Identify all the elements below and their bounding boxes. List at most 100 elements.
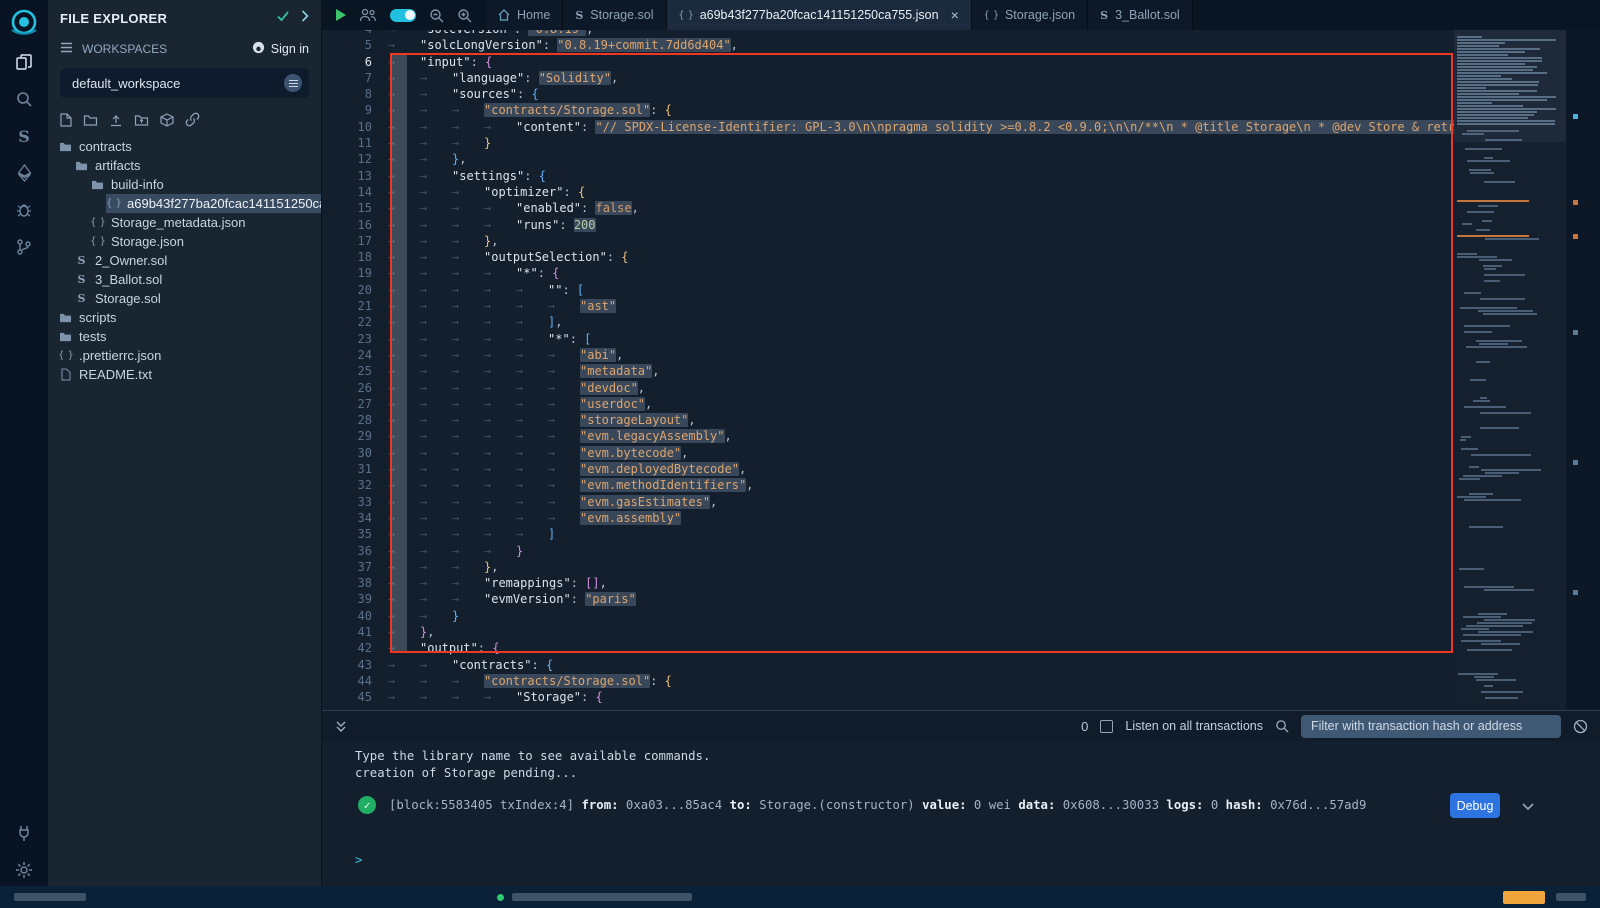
sign-in-button[interactable]: Sign in	[252, 41, 309, 57]
upload-file-icon[interactable]	[109, 113, 123, 127]
tree-item-tests[interactable]: tests	[58, 327, 321, 346]
debug-button[interactable]: Debug	[1450, 793, 1500, 818]
tab-indent-icon: →	[484, 396, 516, 412]
users-icon[interactable]	[359, 8, 377, 22]
tab-Home[interactable]: Home	[486, 0, 563, 30]
tab-Storage.sol[interactable]: SStorage.sol	[563, 0, 666, 30]
tab-indent-icon: →	[420, 380, 452, 396]
line-number: 7	[322, 70, 372, 86]
tab-indent-icon: →	[452, 673, 484, 689]
code-line: 14→→→"optimizer": {	[322, 184, 1600, 200]
zoom-in-icon[interactable]	[457, 8, 472, 23]
tab-label: 3_Ballot.sol	[1115, 8, 1180, 22]
tree-item-artifacts[interactable]: artifacts	[74, 156, 321, 175]
listen-label: Listen on all transactions	[1125, 719, 1263, 733]
ipfs-import-icon[interactable]	[160, 113, 174, 127]
tab-indent-icon: →	[516, 445, 548, 461]
tab-indent-icon: →	[484, 428, 516, 444]
line-number: 15	[322, 200, 372, 216]
tab-indent-icon: →	[484, 461, 516, 477]
tab-indent-icon: →	[452, 396, 484, 412]
tab-indent-icon: →	[452, 494, 484, 510]
line-number: 5	[322, 37, 372, 53]
remix-logo[interactable]	[6, 5, 42, 41]
plugin-manager-icon[interactable]	[7, 817, 41, 849]
file-explorer-icon[interactable]	[7, 46, 41, 78]
listen-checkbox[interactable]	[1100, 720, 1113, 733]
line-number: 33	[322, 494, 372, 510]
terminal-collapse-icon[interactable]	[334, 719, 348, 733]
upload-folder-icon[interactable]	[134, 113, 149, 126]
tab-indent-icon: →	[388, 657, 420, 673]
tab-indent-icon: →	[420, 591, 452, 607]
tab-indent-icon: →	[516, 494, 548, 510]
status-badge[interactable]	[1503, 891, 1545, 904]
panel-title: FILE EXPLORER	[60, 11, 167, 26]
tab-indent-icon: →	[420, 396, 452, 412]
tab-indent-icon: →	[420, 673, 452, 689]
terminal-prompt[interactable]: >	[355, 853, 362, 867]
tab-Storage.json[interactable]: { }Storage.json	[972, 0, 1088, 30]
tree-item-a69b43f277ba20fcac141151250ca7...[interactable]: { }a69b43f277ba20fcac141151250ca7...	[106, 194, 321, 213]
tab-indent-icon: →	[548, 510, 580, 526]
debugger-icon[interactable]	[7, 194, 41, 226]
tab-3_Ballot.sol[interactable]: S3_Ballot.sol	[1088, 0, 1193, 30]
line-number: 14	[322, 184, 372, 200]
tree-item-.prettierrc.json[interactable]: { }.prettierrc.json	[58, 346, 321, 365]
close-tab-icon[interactable]: ×	[951, 8, 959, 22]
tab-indent-icon: →	[452, 298, 484, 314]
editor-toggle[interactable]	[390, 9, 416, 22]
tree-item-Storage_metadata.json[interactable]: { }Storage_metadata.json	[90, 213, 321, 232]
run-script-button[interactable]	[336, 9, 346, 21]
tree-item-Storage.sol[interactable]: SStorage.sol	[74, 289, 321, 308]
settings-icon[interactable]	[7, 854, 41, 886]
solidity-compiler-icon[interactable]: S	[7, 120, 41, 152]
tab-indent-icon: →	[548, 412, 580, 428]
workspace-select[interactable]: default_workspace	[60, 68, 309, 98]
tab-a69b43f277ba20fcac141151250ca755.json[interactable]: { }a69b43f277ba20fcac141151250ca755.json…	[667, 0, 972, 30]
code-line: 8→→"sources": {	[322, 86, 1600, 102]
tree-item-2_Owner.sol[interactable]: S2_Owner.sol	[74, 251, 321, 270]
tree-item-Storage.json[interactable]: { }Storage.json	[90, 232, 321, 251]
tree-item-3_Ballot.sol[interactable]: S3_Ballot.sol	[74, 270, 321, 289]
code-line: 42→"output": {	[322, 640, 1600, 656]
code-line: 34→→→→→→"evm.assembly"	[322, 510, 1600, 526]
tree-item-scripts[interactable]: scripts	[58, 308, 321, 327]
filter-input[interactable]	[1301, 715, 1561, 738]
status-text-right	[1556, 893, 1586, 901]
tab-indent-icon: →	[452, 135, 484, 151]
sol-icon: S	[74, 273, 89, 286]
tree-item-contracts[interactable]: contracts	[58, 137, 321, 156]
clear-icon[interactable]	[1573, 719, 1588, 734]
line-number: 20	[322, 282, 372, 298]
tab-indent-icon: →	[516, 298, 548, 314]
workspace-options-icon[interactable]	[284, 74, 302, 92]
tab-indent-icon: →	[420, 412, 452, 428]
menu-icon[interactable]	[60, 42, 73, 56]
code-editor[interactable]: 4→"solcVersion": "0.8.19",5→"solcLongVer…	[322, 30, 1600, 710]
success-check-icon[interactable]: ✓	[358, 796, 376, 814]
tree-item-label: README.txt	[79, 367, 152, 382]
tab-label: a69b43f277ba20fcac141151250ca755.json	[700, 8, 939, 22]
sign-in-label: Sign in	[271, 42, 309, 56]
check-icon[interactable]	[276, 9, 290, 27]
link-icon[interactable]	[185, 112, 200, 127]
tree-item-README.txt[interactable]: README.txt	[58, 365, 321, 384]
tab-indent-icon: →	[484, 526, 516, 542]
chevron-right-icon[interactable]	[300, 9, 309, 27]
search-icon[interactable]	[1275, 719, 1289, 733]
scrollbar[interactable]	[1566, 30, 1600, 710]
chevron-down-icon[interactable]	[1522, 800, 1534, 814]
terminal-output: Type the library name to see available c…	[322, 741, 1600, 886]
tab-indent-icon: →	[388, 673, 420, 689]
minimap[interactable]	[1454, 30, 1566, 710]
git-icon[interactable]	[7, 231, 41, 263]
tab-indent-icon: →	[452, 119, 484, 135]
deploy-run-icon[interactable]	[7, 157, 41, 189]
search-icon[interactable]	[7, 83, 41, 115]
tab-indent-icon: →	[484, 412, 516, 428]
tree-item-build-info[interactable]: build-info	[90, 175, 321, 194]
zoom-out-icon[interactable]	[429, 8, 444, 23]
new-file-icon[interactable]	[60, 113, 72, 127]
new-folder-icon[interactable]	[83, 114, 98, 126]
